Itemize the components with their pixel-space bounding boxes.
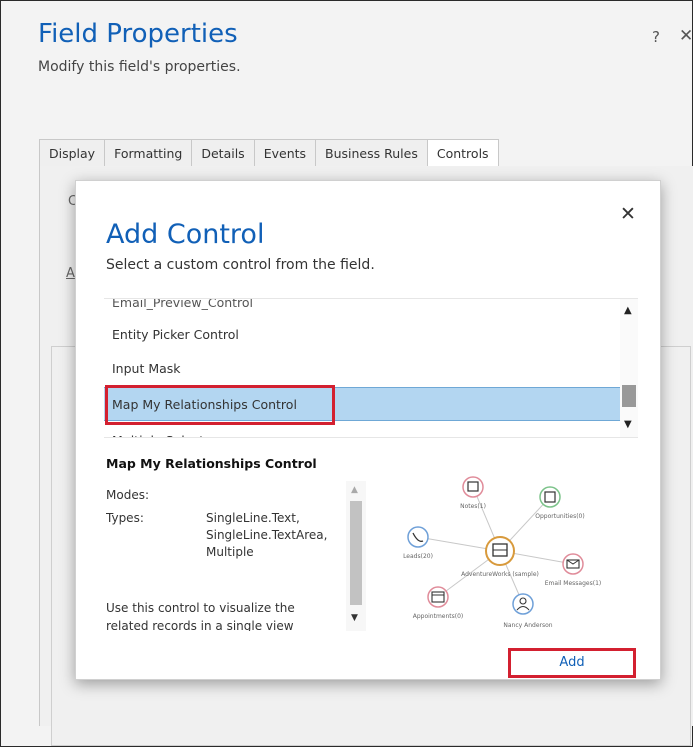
tab-controls[interactable]: Controls [426, 139, 499, 167]
types-label: Types: [106, 511, 144, 525]
control-description: Use this control to visualize the relate… [106, 601, 295, 631]
type-value: SingleLine.Text, [206, 511, 300, 525]
opportunity-icon: Opportunities(0) [535, 486, 585, 520]
scroll-down-icon[interactable]: ▼ [624, 419, 632, 430]
scroll-up-icon[interactable]: ▲ [351, 485, 358, 495]
control-list: Email_Preview_Control Entity Picker Cont… [104, 298, 638, 438]
preview-node-label: Email Messages(1) [545, 580, 601, 587]
preview-center-label: AdventureWorks (sample) [461, 571, 539, 578]
detail-title: Map My Relationships Control [106, 456, 317, 471]
tab-business-rules[interactable]: Business Rules [315, 139, 427, 167]
list-item[interactable]: Multiple Select [104, 424, 620, 437]
dialog-subtitle: Select a custom control from the field. [106, 257, 375, 273]
help-button[interactable]: ? [652, 28, 660, 46]
scroll-down-icon[interactable]: ▼ [351, 613, 358, 623]
modes-label: Modes: [106, 488, 149, 502]
tab-details[interactable]: Details [191, 139, 254, 167]
list-item[interactable]: Entity Picker Control [104, 318, 620, 352]
tab-events[interactable]: Events [253, 139, 316, 167]
preview-node-label: Leads(20) [403, 553, 433, 560]
preview-center-node: AdventureWorks (sample) [461, 536, 539, 578]
scroll-thumb[interactable] [622, 385, 636, 407]
preview-node-label: Notes(1) [460, 503, 486, 510]
list-item[interactable]: Input Mask [104, 352, 620, 386]
page-title: Field Properties [38, 19, 238, 49]
person-icon: Nancy Anderson [503, 593, 553, 629]
email-icon: Email Messages(1) [545, 553, 601, 587]
list-item[interactable]: Email_Preview_Control [104, 299, 620, 320]
relationship-preview-image: AdventureWorks (sample) Notes(1) Opportu… [403, 476, 601, 629]
preview-node-label: Opportunities(0) [535, 513, 584, 520]
tab-formatting[interactable]: Formatting [104, 139, 192, 167]
calendar-icon: Appointments(0) [413, 586, 464, 620]
detail-scrollbar[interactable]: ▲ ▼ [346, 481, 366, 631]
type-value: Multiple [206, 545, 254, 559]
dialog-title: Add Control [106, 219, 265, 250]
close-icon[interactable]: ✕ [620, 203, 636, 225]
scroll-up-icon[interactable]: ▲ [624, 305, 632, 316]
add-control-dialog: ✕ Add Control Select a custom control fr… [75, 180, 661, 680]
page-subtitle: Modify this field's properties. [38, 59, 241, 75]
tab-bar: Display Formatting Details Events Busine… [39, 139, 499, 167]
preview-node-label: Appointments(0) [413, 613, 464, 620]
preview-node-label: Nancy Anderson [503, 622, 552, 629]
note-icon: Notes(1) [460, 476, 486, 510]
phone-icon: Leads(20) [403, 526, 433, 560]
close-icon[interactable]: ✕ [679, 26, 693, 46]
list-item-selected[interactable]: Map My Relationships Control [104, 387, 620, 421]
list-scrollbar[interactable]: ▲ ▼ [620, 299, 638, 437]
obscured-link-fragment[interactable]: A [66, 266, 75, 281]
add-button[interactable]: Add [508, 648, 636, 678]
scroll-thumb[interactable] [350, 501, 362, 605]
detail-panel: Modes: Types: SingleLine.Text, SingleLin… [106, 481, 366, 631]
tab-display[interactable]: Display [39, 139, 105, 167]
type-value: SingleLine.TextArea, [206, 528, 328, 542]
